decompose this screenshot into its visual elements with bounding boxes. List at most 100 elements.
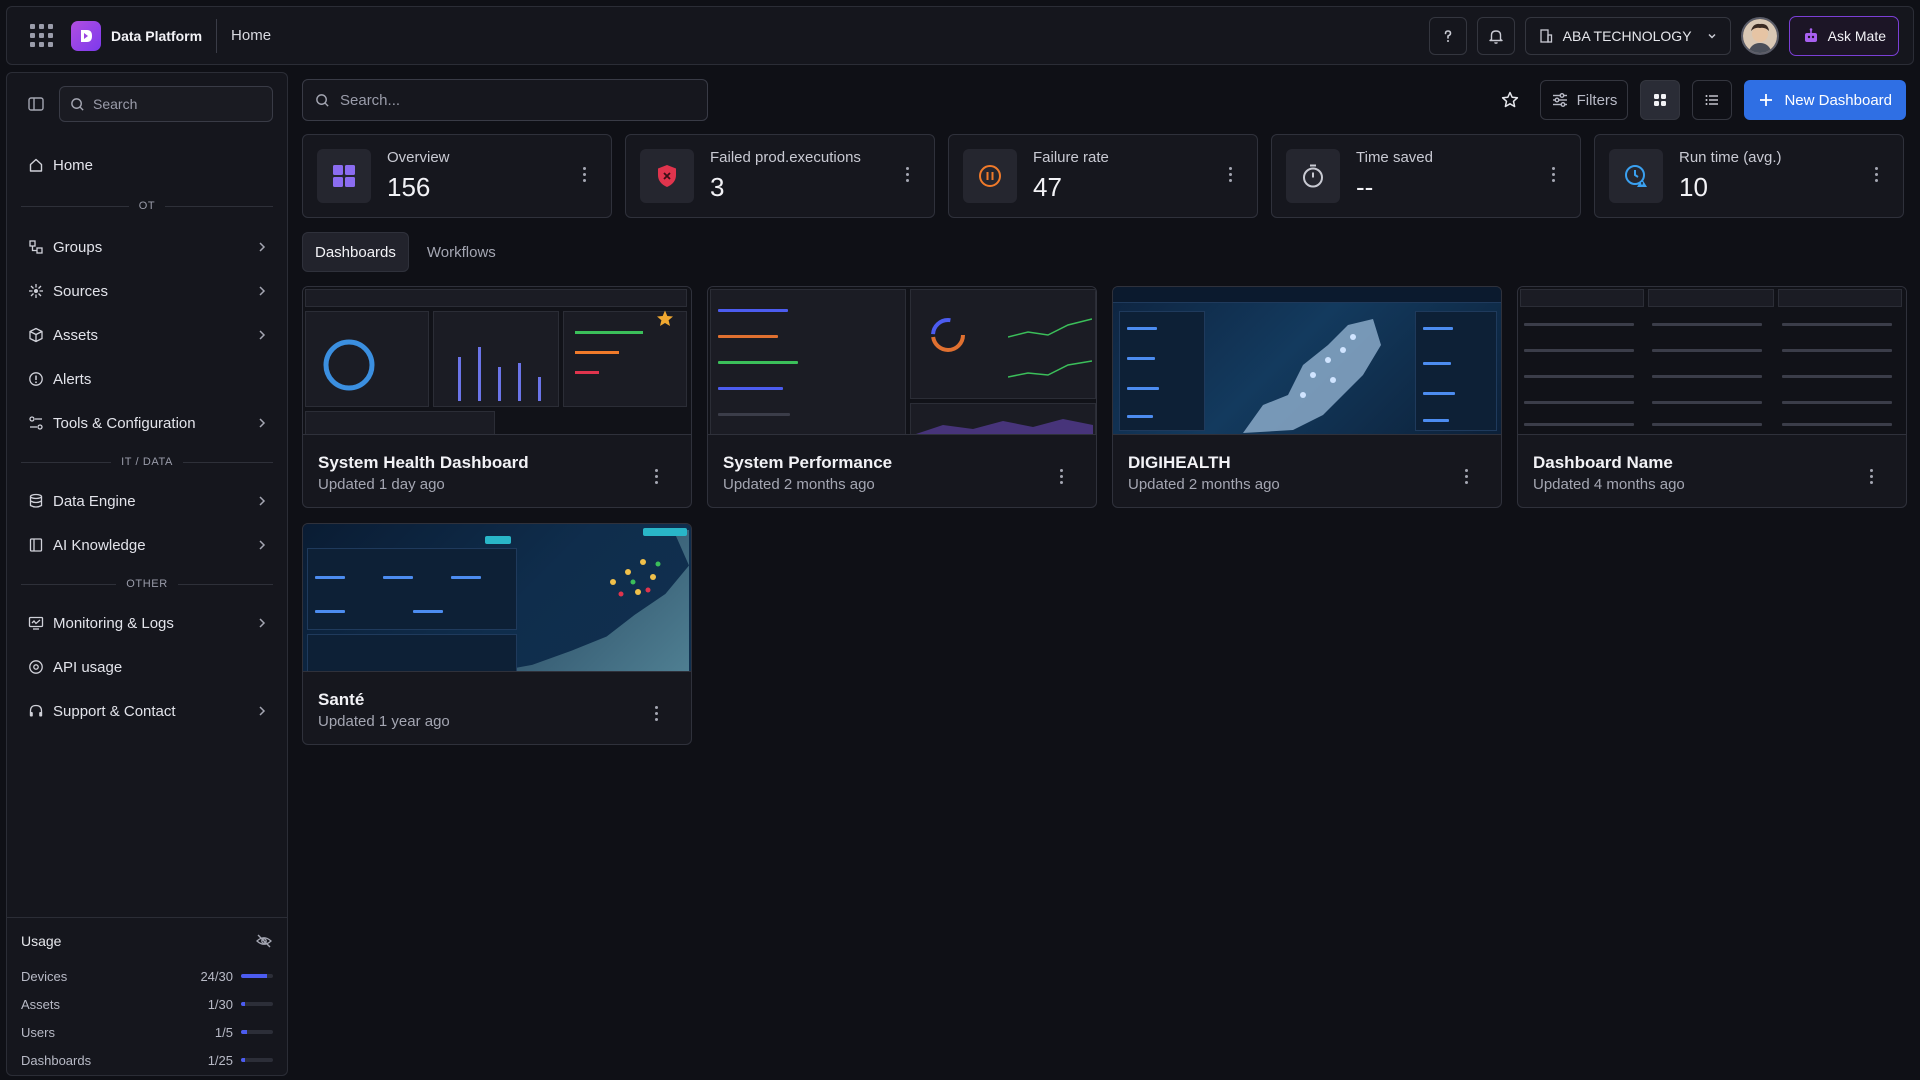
dashboard-card-title: Santé [318,690,365,709]
grid-view-icon [1654,94,1667,106]
sidebar-item-monitoring-logs[interactable]: Monitoring & Logs [7,601,287,645]
chevron-down-icon [1708,33,1716,39]
stat-card-run-time[interactable]: Run time (avg.) 10 [1594,134,1904,218]
section-header-ot: OT [7,193,287,219]
dashboard-card-title: DIGIHEALTH [1128,453,1231,472]
more-options-icon[interactable] [1875,167,1879,182]
dashboard-card-title: System Health Dashboard [318,453,529,472]
sidebar-search-input[interactable]: Search [59,86,273,122]
organization-select[interactable]: ABA TECHNOLOGY [1524,16,1731,55]
tab-workflows[interactable]: Workflows [415,232,508,272]
chevron-right-icon [259,286,266,296]
sidebar-item-label: Groups [53,238,103,256]
sidebar-item-label: AI Knowledge [53,536,146,554]
stat-label: Run time (avg.) [1679,149,1782,166]
dashboard-search-input[interactable]: Search... [302,79,708,121]
bell-icon[interactable] [1476,16,1515,55]
help-icon[interactable] [1428,16,1467,55]
more-options-icon[interactable] [1229,167,1233,182]
clock-alert-icon [1609,149,1663,203]
stat-value: 47 [1033,172,1062,202]
usage-value: 1/30 [207,996,233,1012]
ask-mate-button[interactable]: Ask Mate [1788,15,1899,56]
usage-value: 1/25 [207,1052,233,1068]
new-dashboard-label: New Dashboard [1784,91,1892,109]
list-view-button[interactable] [1692,80,1733,120]
stat-card-time-saved[interactable]: Time saved -- [1271,134,1581,218]
shield-x-icon [640,149,694,203]
building-icon [1539,28,1552,43]
section-header-it-data: IT / DATA [7,449,287,475]
search-icon [71,97,84,111]
new-dashboard-button[interactable]: New Dashboard [1744,80,1906,120]
more-options-icon[interactable] [1552,167,1556,182]
more-options-icon[interactable] [655,706,659,721]
sidebar-item-api-usage[interactable]: API usage [7,645,287,689]
sidebar-item-label: Home [53,156,94,174]
book-icon [27,536,45,554]
stat-card-failure-rate[interactable]: Failure rate 47 [948,134,1258,218]
more-options-icon[interactable] [1465,469,1469,484]
eye-off-icon[interactable] [255,932,273,950]
pause-circle-icon [963,149,1017,203]
dashboard-card[interactable]: Santé Updated 1 year ago [302,523,692,745]
search-icon [316,93,329,107]
usage-bar [241,974,273,978]
sidebar-item-ai-knowledge[interactable]: AI Knowledge [7,523,287,567]
stopwatch-icon [1286,149,1340,203]
dashboard-card[interactable]: DIGIHEALTH Updated 2 months ago [1112,286,1502,508]
app-logo [71,20,101,51]
usage-row-devices: Devices 24/30 [21,962,273,990]
sidebar-item-alerts[interactable]: Alerts [7,357,287,401]
sidebar-item-home[interactable]: Home [7,143,287,187]
more-options-icon[interactable] [906,167,910,182]
more-options-icon[interactable] [655,469,659,484]
dashboard-card-title: Dashboard Name [1533,453,1673,472]
stat-card-failed-executions[interactable]: Failed prod.executions 3 [625,134,935,218]
dashboard-card-updated: Updated 4 months ago [1533,476,1685,493]
groups-icon [27,238,45,256]
sidebar-item-tools-configuration[interactable]: Tools & Configuration [7,401,287,445]
sidebar-item-support-contact[interactable]: Support & Contact [7,689,287,733]
sidebar-item-label: API usage [53,658,123,676]
dashboard-card[interactable]: System Health Dashboard Updated 1 day ag… [302,286,692,508]
grid-view-button[interactable] [1640,80,1681,120]
more-options-icon[interactable] [1870,469,1874,484]
sidebar-item-sources[interactable]: Sources [7,269,287,313]
more-options-icon[interactable] [1060,469,1064,484]
stat-value: 156 [387,172,431,202]
filters-button[interactable]: Filters [1539,80,1629,120]
home-icon [27,156,45,174]
filters-label: Filters [1576,91,1618,109]
sidebar-item-label: Alerts [53,370,92,388]
breadcrumb[interactable]: Home [231,27,271,44]
sidebar-item-data-engine[interactable]: Data Engine [7,479,287,523]
plus-icon [1760,94,1773,106]
usage-bar [241,1030,273,1034]
chevron-right-icon [259,496,266,506]
headset-icon [27,702,45,720]
api-icon [27,658,45,676]
dashboard-card[interactable]: Dashboard Name Updated 4 months ago [1517,286,1907,508]
app-launcher-icon[interactable] [23,18,59,54]
dashboard-card-title: System Performance [723,453,893,472]
sidebar-item-groups[interactable]: Groups [7,225,287,269]
sidebar-item-label: Support & Contact [53,702,176,720]
robot-icon [1804,27,1817,42]
stat-card-overview[interactable]: Overview 156 [302,134,612,218]
usage-title: Usage [21,933,62,949]
usage-value: 24/30 [200,968,233,984]
favorites-star-icon[interactable] [1492,80,1528,120]
usage-value: 1/5 [214,1024,233,1040]
dashboard-card[interactable]: System Performance Updated 2 months ago [707,286,1097,508]
view-tabs: Dashboards Workflows [302,232,508,272]
usage-row-assets: Assets 1/30 [21,990,273,1018]
tab-dashboards[interactable]: Dashboards [302,232,409,272]
more-options-icon[interactable] [583,167,587,182]
sidebar-toggle-icon[interactable] [27,95,45,113]
sidebar-item-label: Sources [53,282,109,300]
user-avatar[interactable] [1740,16,1779,55]
sidebar-item-label: Assets [53,326,99,344]
sidebar-item-assets[interactable]: Assets [7,313,287,357]
stat-value: 3 [710,172,725,202]
